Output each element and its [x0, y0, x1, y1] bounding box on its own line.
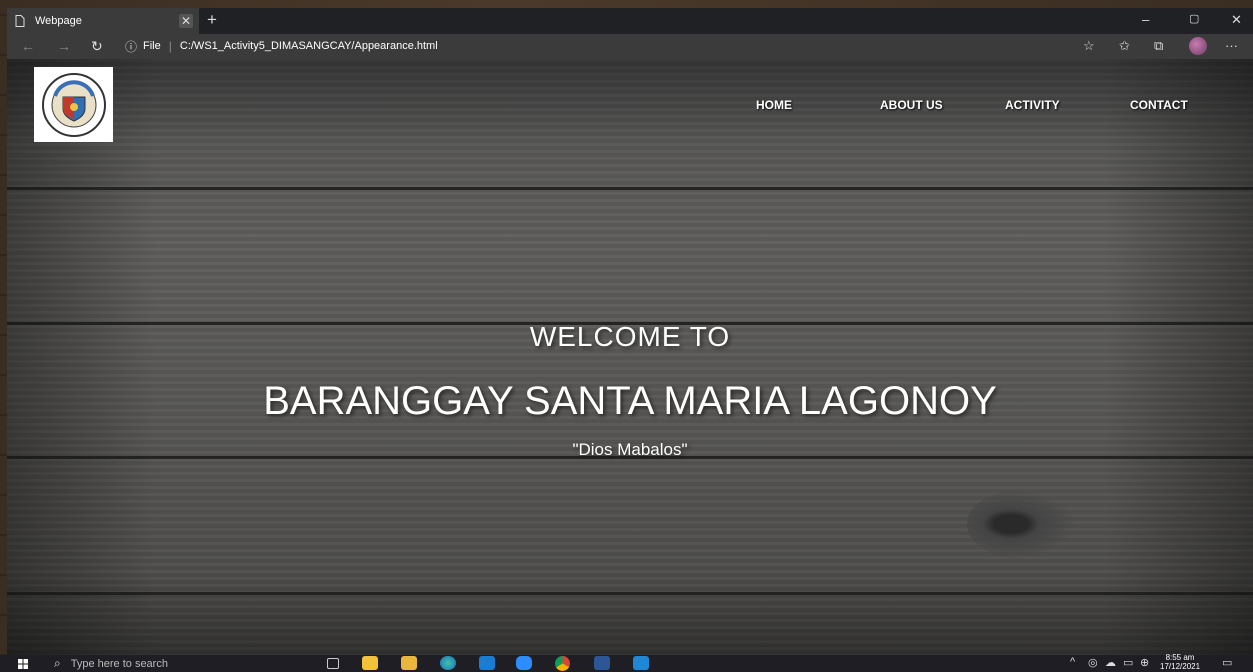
zoom-icon[interactable] [516, 656, 532, 670]
back-button[interactable]: ← [21, 38, 35, 54]
nav-about-us[interactable]: ABOUT US [880, 98, 943, 112]
network-icon[interactable]: ⊕ [1140, 656, 1149, 669]
taskbar: ⌕ Type here to search ^ ◎ ☁ ▭ ⊕ 8:55 am … [0, 653, 1253, 672]
forward-button[interactable]: → [57, 38, 71, 54]
url-field[interactable]: ⓘ File | C:/WS1_Activity5_DIMASANGCAY/Ap… [119, 36, 1106, 56]
vscode-icon[interactable] [633, 656, 649, 670]
edge-icon[interactable] [440, 656, 456, 670]
file-explorer-icon[interactable] [401, 656, 417, 670]
favorite-add-icon[interactable]: ☆ [1083, 38, 1095, 54]
tab-title: Webpage [35, 15, 82, 27]
tab-webpage[interactable]: Webpage ✕ [7, 8, 199, 34]
search-icon: ⌕ [54, 656, 61, 670]
tab-close-icon[interactable]: ✕ [179, 14, 193, 28]
mail-icon[interactable] [479, 656, 495, 670]
page-title: BARANGGAY SANTA MARIA LAGONOY [263, 379, 997, 423]
collections-icon[interactable]: ⧉ [1154, 38, 1163, 54]
refresh-button[interactable]: ↻ [91, 38, 103, 54]
scheme-label: File [143, 40, 161, 52]
profile-avatar[interactable] [1189, 37, 1207, 55]
word-icon[interactable] [594, 656, 610, 670]
nav-home[interactable]: HOME [756, 98, 792, 112]
taskbar-search[interactable]: ⌕ Type here to search [48, 655, 310, 672]
store-icon[interactable] [362, 656, 378, 670]
search-placeholder: Type here to search [70, 657, 168, 670]
nav-activity[interactable]: ACTIVITY [1005, 98, 1060, 112]
motto-text: "Dios Mabalos" [572, 440, 688, 459]
new-tab-button[interactable]: + [207, 11, 217, 29]
plank-divider [7, 592, 1253, 595]
plank-divider [7, 187, 1253, 190]
browser-window: Webpage ✕ + – ▢ ✕ ← → ↻ ⓘ File | C:/WS1_… [7, 8, 1253, 655]
site-logo[interactable] [34, 67, 113, 142]
tab-bar: Webpage ✕ + – ▢ ✕ [7, 8, 1253, 34]
welcome-subtitle: WELCOME TO [529, 321, 731, 352]
clock-time: 8:55 am [1165, 653, 1195, 662]
more-icon[interactable]: ··· [1225, 38, 1238, 54]
webpage-content: HOME ABOUT US ACTIVITY CONTACT WELCOME T… [7, 59, 1253, 655]
clock-date: 17/12/2021 [1160, 662, 1201, 671]
task-view-icon[interactable] [327, 658, 339, 669]
address-bar: ← → ↻ ⓘ File | C:/WS1_Activity5_DIMASANG… [7, 34, 1253, 59]
chrome-icon[interactable] [555, 656, 570, 671]
tray-app-icon[interactable]: ◎ [1088, 656, 1098, 669]
system-clock[interactable]: 8:55 am 17/12/2021 [1160, 653, 1200, 671]
windows-start-icon[interactable] [18, 659, 28, 669]
close-window-button[interactable]: ✕ [1231, 12, 1242, 28]
seal-icon [41, 72, 106, 137]
url-separator: | [168, 39, 172, 53]
battery-icon[interactable]: ▭ [1123, 656, 1133, 669]
onedrive-icon[interactable]: ☁ [1105, 656, 1116, 669]
notifications-icon[interactable]: ▭ [1222, 656, 1232, 669]
restore-button[interactable]: ▢ [1189, 12, 1199, 25]
url-text[interactable]: C:/WS1_Activity5_DIMASANGCAY/Appearance.… [180, 40, 438, 52]
info-icon[interactable]: ⓘ [125, 38, 137, 55]
tray-chevron-icon[interactable]: ^ [1070, 656, 1075, 668]
page-icon [15, 15, 25, 27]
favorites-icon[interactable]: ✩ [1119, 38, 1130, 54]
desktop-background: Webpage ✕ + – ▢ ✕ ← → ↻ ⓘ File | C:/WS1_… [0, 0, 1253, 672]
minimize-button[interactable]: – [1142, 12, 1149, 27]
nav-contact[interactable]: CONTACT [1130, 98, 1188, 112]
wood-knot [967, 489, 1077, 559]
